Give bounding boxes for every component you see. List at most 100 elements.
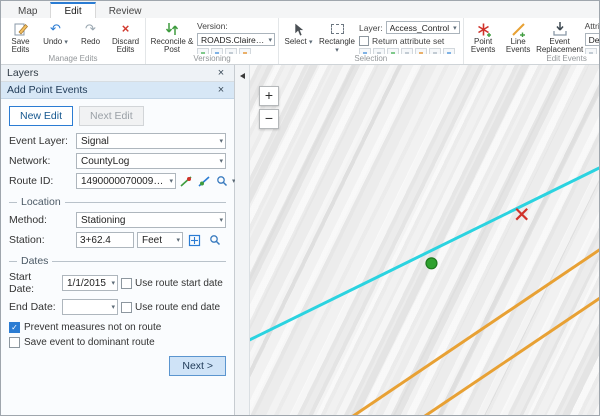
attribute-set-combo[interactable]: Default ▾	[585, 33, 599, 46]
magnifier-icon	[209, 234, 221, 246]
network-label: Network:	[9, 155, 73, 167]
versioning-content: Reconcile & Post Version: ROADS.Claire_R…	[149, 19, 275, 54]
undo-button[interactable]: ↶ Undo ▾	[39, 19, 72, 46]
station-label: Station:	[9, 234, 73, 246]
toolbar-mini-icon[interactable]	[585, 48, 597, 54]
station-input[interactable]	[76, 232, 134, 248]
route-id-combo[interactable]: 14900000700090M01 ▾	[76, 173, 176, 189]
layer-label: Layer:	[359, 23, 383, 33]
end-date-combo[interactable]: ▾	[62, 299, 118, 315]
chevron-down-icon: ▾	[216, 216, 223, 224]
save-edits-icon	[13, 21, 29, 37]
event-layer-combo[interactable]: Signal ▾	[76, 133, 226, 149]
group-label-manage-edits: Manage Edits	[4, 54, 142, 64]
event-replacement-button[interactable]: Event Replacement	[537, 19, 583, 54]
red-x-marker[interactable]	[516, 209, 527, 220]
discard-edits-label: Discard Edits	[109, 38, 142, 54]
collapse-left-icon	[240, 73, 245, 79]
line-events-button[interactable]: Line Events	[502, 19, 535, 54]
selection-column: Layer: Access_Control ▾ Return attribute…	[359, 19, 460, 54]
ribbon-tab-bar: Map Edit Review	[1, 1, 599, 18]
road-line-orange-2[interactable]	[424, 296, 599, 415]
layer-value: Access_Control	[390, 23, 450, 33]
toolbar-mini-icon[interactable]	[211, 48, 223, 54]
use-route-start-label: Use route start date	[135, 278, 223, 289]
select-button[interactable]: Select ▾	[282, 19, 315, 46]
reconcile-post-button[interactable]: Reconcile & Post	[149, 19, 195, 54]
layer-combo[interactable]: Access_Control ▾	[386, 21, 460, 34]
toolbar-mini-icon[interactable]	[401, 48, 413, 54]
chevron-down-icon: ▾	[166, 177, 173, 185]
map-features-layer	[250, 65, 599, 415]
new-edit-button[interactable]: New Edit	[9, 106, 73, 126]
toolbar-mini-icon[interactable]	[443, 48, 455, 54]
toolbar-mini-icon[interactable]	[225, 48, 237, 54]
tab-map[interactable]: Map	[5, 4, 50, 18]
prevent-measures-checkbox[interactable]: ✓	[9, 322, 20, 333]
pick-station-on-map-button[interactable]	[186, 232, 203, 248]
toolbar-mini-icon[interactable]	[429, 48, 441, 54]
toolbar-mini-icon[interactable]	[373, 48, 385, 54]
next-edit-button: Next Edit	[79, 106, 144, 126]
close-icon[interactable]: ×	[214, 84, 228, 96]
use-route-start-checkbox[interactable]	[121, 278, 132, 289]
return-attribute-checkbox[interactable]	[359, 36, 369, 46]
undo-label: Undo ▾	[43, 38, 68, 46]
toolbar-mini-icon[interactable]	[415, 48, 427, 54]
rectangle-button[interactable]: Rectangle ▾	[317, 19, 357, 54]
network-value: CountyLog	[81, 156, 129, 167]
edit-events-content: Point Events Line Events Event Replaceme…	[467, 19, 599, 54]
start-date-combo[interactable]: 1/1/2015 ▾	[62, 275, 118, 291]
event-point-marker[interactable]	[426, 258, 437, 269]
method-combo[interactable]: Stationing ▾	[76, 212, 226, 228]
redo-button[interactable]: ↷ Redo	[74, 19, 107, 46]
tab-edit[interactable]: Edit	[50, 2, 95, 18]
save-dominant-checkbox[interactable]	[9, 337, 20, 348]
ribbon-group-manage-edits: Save Edits ↶ Undo ▾ ↷ Redo × Discard Edi…	[1, 18, 146, 64]
route-line-cyan[interactable]	[250, 166, 599, 344]
discard-edits-button[interactable]: × Discard Edits	[109, 19, 142, 54]
version-combo[interactable]: ROADS.Claire_Reg ▾	[197, 33, 275, 46]
save-edits-button[interactable]: Save Edits	[4, 19, 37, 54]
toolbar-mini-icon[interactable]	[387, 48, 399, 54]
zoom-out-button[interactable]: −	[259, 109, 279, 129]
toolbar-mini-icon[interactable]	[239, 48, 251, 54]
station-unit-combo[interactable]: Feet ▾	[137, 232, 183, 248]
select-route-on-map-button[interactable]	[179, 173, 194, 189]
toolbar-mini-icon[interactable]	[359, 48, 371, 54]
return-attribute-row: Return attribute set	[359, 36, 460, 46]
network-combo[interactable]: CountyLog ▾	[76, 153, 226, 169]
attribute-set-label: Attribute Set:	[585, 21, 599, 31]
check-icon: ✓	[11, 324, 18, 332]
close-icon[interactable]: ×	[214, 67, 228, 79]
route-id-label: Route ID:	[9, 175, 73, 187]
undo-text: Undo	[43, 37, 62, 46]
start-date-value: 1/1/2015	[67, 278, 106, 289]
use-route-end-checkbox[interactable]	[121, 302, 132, 313]
zoom-in-button[interactable]: +	[259, 86, 279, 106]
layer-row: Layer: Access_Control ▾	[359, 21, 460, 34]
version-value: ROADS.Claire_Reg	[201, 35, 265, 45]
toolbar-mini-icon[interactable]	[197, 48, 209, 54]
manage-edits-content: Save Edits ↶ Undo ▾ ↷ Redo × Discard Edi…	[4, 19, 142, 54]
point-events-button[interactable]: Point Events	[467, 19, 500, 54]
select-text: Select	[285, 37, 307, 46]
event-layer-label: Event Layer:	[9, 135, 73, 147]
version-column: Version: ROADS.Claire_Reg ▾	[197, 19, 275, 54]
panel-collapse-strip[interactable]	[235, 65, 250, 415]
layers-title: Layers	[7, 67, 39, 79]
zoom-to-station-button[interactable]	[206, 232, 223, 248]
next-button[interactable]: Next >	[169, 356, 226, 376]
attribute-set-value: Default	[589, 35, 599, 45]
undo-icon: ↶	[50, 21, 61, 37]
chevron-down-icon: ▾	[173, 236, 180, 244]
flash-route-button[interactable]	[197, 173, 212, 189]
event-replacement-label: Event Replacement	[536, 38, 583, 54]
network-row: Network: CountyLog ▾	[9, 153, 226, 169]
chevron-down-icon: ▾	[309, 39, 313, 46]
zoom-to-route-button[interactable]: ▾	[215, 173, 237, 189]
ribbon-group-versioning: Reconcile & Post Version: ROADS.Claire_R…	[146, 18, 279, 64]
tab-review[interactable]: Review	[96, 4, 155, 18]
attribute-set-row: Default ▾	[585, 33, 599, 46]
map-view[interactable]: + −	[250, 65, 599, 415]
